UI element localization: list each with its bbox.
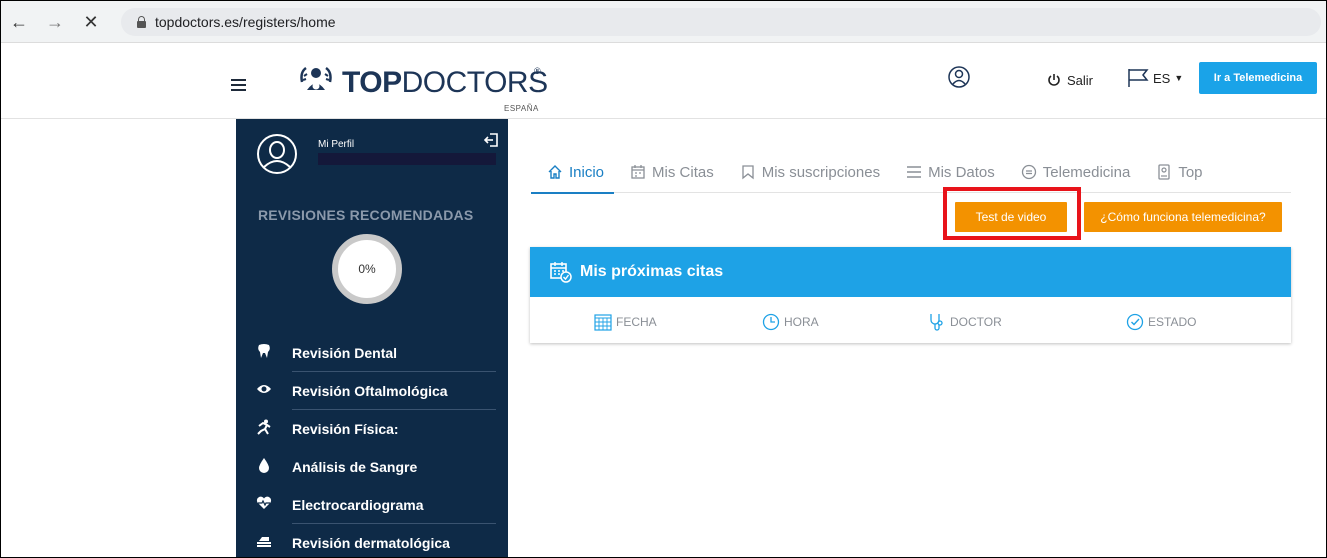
- how-telemedicine-works-button[interactable]: ¿Cómo funciona telemedicina?: [1084, 202, 1282, 232]
- chat-icon: [1021, 164, 1036, 180]
- clock-icon: [762, 313, 780, 331]
- logout-label: Salir: [1067, 72, 1094, 88]
- avatar-icon: [257, 134, 297, 174]
- appointments-title: Mis próximas citas: [580, 263, 724, 280]
- appointments-header: Mis próximas citas: [530, 247, 1291, 297]
- address-bar[interactable]: topdoctors.es/registers/home: [121, 8, 1321, 36]
- sign-out-icon[interactable]: [484, 133, 498, 147]
- recommended-reviews-title: REVISIONES RECOMENDADAS: [258, 207, 474, 223]
- stethoscope-icon: [930, 314, 943, 331]
- tab-label: Inicio: [569, 163, 605, 181]
- logo-country: ESPAÑA: [504, 104, 539, 113]
- tab-label: Mis Datos: [928, 163, 995, 181]
- progress-circle: 0%: [332, 234, 402, 304]
- profile-name-redacted: [318, 153, 496, 165]
- column-hora: HORA: [762, 313, 819, 331]
- column-label: FECHA: [616, 315, 657, 329]
- review-item-ecg[interactable]: Electrocardiograma: [254, 486, 500, 524]
- tab-top[interactable]: Top: [1140, 151, 1212, 193]
- calendar-icon: [594, 314, 612, 331]
- browser-toolbar: ← → ✕ topdoctors.es/registers/home: [1, 1, 1326, 43]
- lock-icon: [137, 16, 146, 28]
- tab-label: Top: [1178, 163, 1203, 181]
- review-list: Revisión Dental Revisión Oftalmológica R…: [254, 334, 500, 557]
- highlight-box: [943, 187, 1081, 240]
- column-doctor: DOCTOR: [928, 313, 1002, 331]
- badge-icon: [1158, 164, 1170, 180]
- review-label: Electrocardiograma: [292, 497, 424, 513]
- review-item-dermatology[interactable]: Revisión dermatológica: [254, 524, 500, 557]
- tab-mis-suscripciones[interactable]: Mis suscripciones: [724, 151, 890, 193]
- tooth-icon: [254, 343, 274, 364]
- profile-block[interactable]: Mi Perfil: [256, 133, 496, 174]
- check-circle-icon: [1126, 313, 1144, 331]
- progress-label: 0%: [358, 262, 376, 276]
- main-tabs: Inicio Mis Citas Mis suscripciones Mis D…: [531, 151, 1291, 194]
- column-label: DOCTOR: [950, 315, 1002, 329]
- logo-mark-icon: [300, 66, 332, 90]
- drop-icon: [254, 457, 274, 478]
- caret-down-icon: ▼: [1174, 73, 1184, 83]
- column-estado: ESTADO: [1126, 313, 1196, 331]
- back-arrow-icon[interactable]: ←: [9, 12, 29, 32]
- forward-arrow-icon[interactable]: →: [45, 12, 65, 32]
- eye-icon: [254, 382, 274, 400]
- user-account-icon[interactable]: [948, 66, 970, 88]
- flag-icon: [1128, 69, 1149, 87]
- review-label: Revisión dermatológica: [292, 535, 450, 551]
- url-text[interactable]: topdoctors.es/registers/home: [155, 14, 336, 30]
- close-icon[interactable]: ✕: [81, 12, 101, 32]
- review-item-blood[interactable]: Análisis de Sangre: [254, 448, 500, 486]
- tab-label: Mis Citas: [652, 163, 714, 181]
- calendar-icon: [631, 165, 645, 179]
- logo-wordmark: TOPDOCTORS: [342, 66, 548, 99]
- registered-mark: ®: [534, 66, 541, 76]
- tab-inicio[interactable]: Inicio: [531, 151, 615, 194]
- review-item-dental[interactable]: Revisión Dental: [254, 334, 500, 372]
- site-header: TOPDOCTORS ® ESPAÑA Salir ES ▼ Ir a Tele…: [1, 44, 1326, 119]
- go-to-telemedicine-button[interactable]: Ir a Telemedicina: [1199, 62, 1317, 94]
- language-label: ES: [1153, 70, 1171, 86]
- home-icon: [548, 165, 562, 179]
- review-item-ophthalmology[interactable]: Revisión Oftalmológica: [254, 372, 500, 410]
- column-label: ESTADO: [1148, 315, 1197, 329]
- running-icon: [254, 419, 274, 440]
- calendar-check-icon: [550, 262, 572, 283]
- column-label: HORA: [784, 315, 819, 329]
- tab-label: Telemedicina: [1042, 163, 1131, 181]
- profile-label: Mi Perfil: [318, 139, 355, 150]
- hamburger-menu-icon[interactable]: [231, 79, 246, 91]
- screenshot-frame: ← → ✕ topdoctors.es/registers/home TOPDO…: [0, 0, 1327, 558]
- language-selector[interactable]: ES ▼: [1127, 68, 1183, 88]
- tab-label: Mis suscripciones: [761, 163, 881, 181]
- heartbeat-icon: [254, 496, 274, 515]
- review-label: Revisión Dental: [292, 345, 398, 361]
- skin-icon: [254, 534, 274, 553]
- review-label: Análisis de Sangre: [292, 459, 418, 475]
- appointments-columns: FECHA HORA DOCTOR ESTADO: [530, 297, 1291, 343]
- list-icon: [907, 166, 922, 178]
- tab-mis-citas[interactable]: Mis Citas: [614, 151, 724, 193]
- appointments-card: Mis próximas citas FECHA HORA DOCTOR EST…: [530, 247, 1291, 343]
- sidebar: Mi Perfil REVISIONES RECOMENDADAS 0% Rev…: [236, 119, 508, 557]
- review-item-physical[interactable]: Revisión Física:: [254, 410, 500, 448]
- review-label: Revisión Oftalmológica: [292, 383, 448, 399]
- column-fecha: FECHA: [594, 313, 657, 331]
- logout-link[interactable]: Salir: [1047, 71, 1093, 89]
- bookmark-icon: [742, 165, 754, 180]
- review-label: Revisión Física:: [292, 421, 399, 437]
- power-icon: [1048, 74, 1060, 86]
